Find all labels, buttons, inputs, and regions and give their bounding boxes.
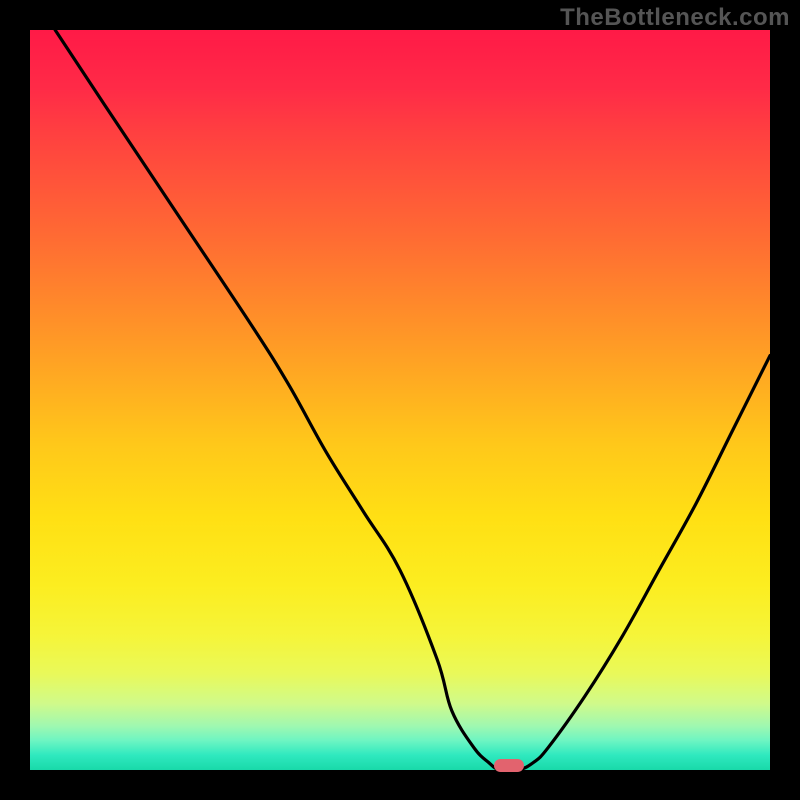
plot-area bbox=[30, 30, 770, 770]
chart-frame: TheBottleneck.com bbox=[0, 0, 800, 800]
watermark-text: TheBottleneck.com bbox=[560, 4, 790, 32]
optimal-marker bbox=[494, 759, 524, 772]
bottleneck-curve bbox=[30, 30, 770, 770]
